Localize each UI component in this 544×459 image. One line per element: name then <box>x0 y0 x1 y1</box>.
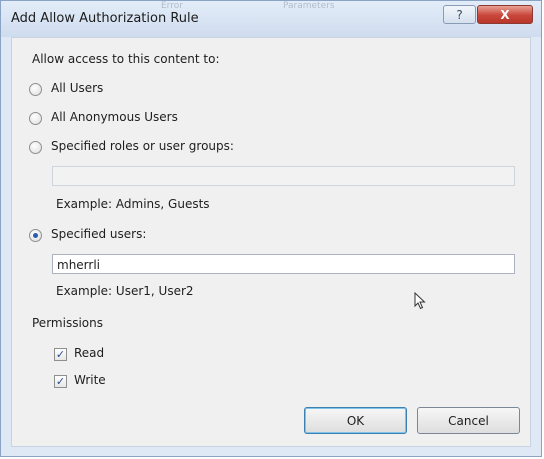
read-checkbox[interactable]: ✓ <box>54 348 67 361</box>
mouse-pointer-icon <box>414 292 426 310</box>
radio-specified-users-label[interactable]: Specified users: <box>51 227 146 241</box>
help-icon: ? <box>456 8 463 22</box>
radio-all-anonymous-users-label[interactable]: All Anonymous Users <box>51 110 178 124</box>
radio-specified-users[interactable] <box>29 229 42 242</box>
radio-all-users[interactable] <box>29 83 42 96</box>
radio-all-anonymous-users[interactable] <box>29 112 42 125</box>
dialog-title: Add Allow Authorization Rule <box>11 11 199 26</box>
roles-example-text: Example: Admins, Guests <box>56 197 210 211</box>
check-icon: ✓ <box>55 348 66 361</box>
radio-specified-roles-label[interactable]: Specified roles or user groups: <box>51 139 234 153</box>
roles-input[interactable] <box>52 166 515 186</box>
radio-specified-roles[interactable] <box>29 141 42 154</box>
users-input[interactable] <box>52 254 515 274</box>
write-checkbox-label[interactable]: Write <box>74 373 106 387</box>
write-checkbox[interactable]: ✓ <box>54 375 67 388</box>
radio-selected-dot <box>33 233 38 238</box>
dialog-content: Allow access to this content to: All Use… <box>11 37 531 447</box>
read-checkbox-label[interactable]: Read <box>74 346 104 360</box>
ok-button[interactable]: OK <box>304 407 407 434</box>
permissions-label: Permissions <box>32 316 103 330</box>
allow-access-label: Allow access to this content to: <box>32 52 220 66</box>
users-example-text: Example: User1, User2 <box>56 284 194 298</box>
close-icon: X <box>500 8 510 22</box>
cancel-button[interactable]: Cancel <box>417 407 520 434</box>
background-ghost-text: Error <box>161 1 183 11</box>
close-button[interactable]: X <box>477 5 533 24</box>
help-button[interactable]: ? <box>443 5 476 24</box>
radio-all-users-label[interactable]: All Users <box>51 81 103 95</box>
check-icon: ✓ <box>55 375 66 388</box>
background-ghost-text: Parameters <box>283 1 335 11</box>
dialog-window: Error Parameters Add Allow Authorization… <box>0 0 542 457</box>
title-bar[interactable]: Error Parameters Add Allow Authorization… <box>1 1 541 37</box>
